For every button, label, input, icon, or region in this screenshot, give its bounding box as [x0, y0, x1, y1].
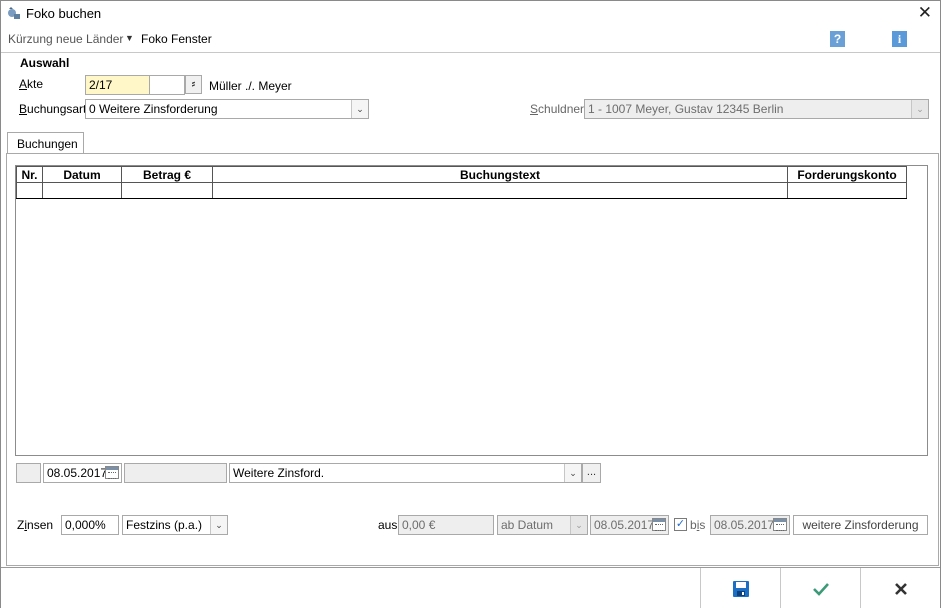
from-date-value: 08.05.2017: [594, 518, 655, 532]
window-title: Foko buchen: [26, 6, 102, 21]
schuldner-label-rest: chuldner: [538, 102, 585, 116]
chevron-down-icon[interactable]: ⌄: [564, 464, 581, 482]
entry-date-value: 08.05.2017: [47, 466, 108, 480]
buchungsart-select[interactable]: 0 Weitere Zinsforderung ⌄: [85, 99, 369, 119]
weitere-zinsforderung-button[interactable]: weitere Zinsforderung: [793, 515, 928, 535]
close-window-button[interactable]: ✕: [918, 4, 932, 22]
cell-forderungskonto[interactable]: [787, 182, 907, 199]
cross-icon: [894, 583, 907, 596]
column-header-betrag[interactable]: Betrag €: [121, 166, 213, 183]
akte-extra-input[interactable]: [149, 75, 185, 95]
cell-nr[interactable]: [16, 182, 43, 199]
cell-buchungstext[interactable]: [212, 182, 788, 199]
column-header-buchungstext[interactable]: Buchungstext: [212, 166, 788, 183]
akte-name: Müller ./. Meyer: [209, 79, 292, 93]
ok-button[interactable]: [780, 568, 860, 608]
entry-text-value: Weitere Zinsford.: [233, 466, 325, 480]
bis-checkbox[interactable]: ✓: [674, 518, 687, 531]
cell-betrag[interactable]: [121, 182, 213, 199]
schuldner-select[interactable]: 1 - 1007 Meyer, Gustav 12345 Berlin ⌄: [584, 99, 929, 119]
buchungsart-value: 0 Weitere Zinsforderung: [89, 102, 218, 116]
ab-datum-select[interactable]: ab Datum ⌄: [497, 515, 588, 535]
calendar-icon[interactable]: [652, 518, 666, 531]
foko-fenster-button[interactable]: Foko Fenster: [141, 32, 212, 46]
checkmark-icon: [812, 583, 829, 597]
entry-text-more-button[interactable]: ...: [582, 463, 601, 483]
buchungen-table: Nr. Datum Betrag € Buchungstext Forderun…: [16, 166, 907, 199]
zinsen-label: Zinsen: [17, 518, 54, 532]
buchungsart-label: Buchungsart: [19, 102, 87, 116]
section-title-auswahl: Auswahl: [20, 56, 70, 70]
chevron-down-icon[interactable]: ⌄: [210, 516, 227, 534]
ab-datum-value: ab Datum: [501, 518, 554, 532]
schuldner-value: 1 - 1007 Meyer, Gustav 12345 Berlin: [588, 102, 784, 116]
dropdown-arrow-icon[interactable]: ▼: [125, 33, 134, 43]
aus-label: aus: [378, 518, 398, 532]
table-header-row: Nr. Datum Betrag € Buchungstext Forderun…: [16, 166, 907, 183]
chevron-down-icon[interactable]: ⌄: [351, 100, 368, 118]
aus-amount-input[interactable]: 0,00 €: [398, 515, 494, 535]
toolbar-divider: [1, 52, 940, 53]
save-button[interactable]: [700, 568, 780, 608]
entry-text-select[interactable]: Weitere Zinsford. ⌄: [229, 463, 582, 483]
column-header-nr[interactable]: Nr.: [16, 166, 43, 183]
buchungen-grid[interactable]: Nr. Datum Betrag € Buchungstext Forderun…: [15, 165, 928, 456]
chevron-down-icon[interactable]: ⌄: [911, 100, 928, 118]
from-date-input[interactable]: 08.05.2017: [590, 515, 669, 535]
buchungen-panel: Nr. Datum Betrag € Buchungstext Forderun…: [6, 153, 939, 566]
dialog-window: Foko buchen ✕ Kürzung neue Länder ▼ Foko…: [0, 0, 941, 608]
cell-datum[interactable]: [42, 182, 122, 199]
info-icon[interactable]: i: [892, 31, 907, 47]
title-bar: Foko buchen ✕: [1, 1, 940, 27]
akte-search-icon[interactable]: ⸗: [185, 75, 202, 94]
app-icon: [8, 7, 20, 19]
save-icon: [732, 581, 749, 598]
tab-buchungen[interactable]: Buchungen: [7, 132, 84, 154]
footer-bar: [1, 568, 940, 608]
entry-date-input[interactable]: 08.05.2017: [43, 463, 122, 483]
akte-label-rest: kte: [27, 77, 44, 91]
zinsen-rate-input[interactable]: 0,000%: [61, 515, 119, 535]
entry-nr-input[interactable]: [16, 463, 41, 483]
column-header-forderungskonto[interactable]: Forderungskonto: [787, 166, 907, 183]
bis-label: bis: [690, 518, 706, 532]
calendar-icon[interactable]: [105, 466, 119, 479]
calendar-icon[interactable]: [773, 518, 787, 531]
to-date-input[interactable]: 08.05.2017: [710, 515, 790, 535]
zinsen-type-select[interactable]: Festzins (p.a.) ⌄: [122, 515, 228, 535]
help-icon[interactable]: ?: [830, 31, 845, 47]
to-date-value: 08.05.2017: [714, 518, 775, 532]
buchungsart-label-rest: uchungsart: [27, 102, 87, 116]
toolbar: Kürzung neue Länder ▼ Foko Fenster ? i: [1, 28, 940, 52]
column-header-datum[interactable]: Datum: [42, 166, 122, 183]
cancel-button[interactable]: [860, 568, 940, 608]
schuldner-label: Schuldner: [530, 102, 585, 116]
entry-betrag-input[interactable]: [124, 463, 227, 483]
chevron-down-icon[interactable]: ⌄: [570, 516, 587, 534]
akte-input[interactable]: 2/17: [85, 75, 150, 95]
zinsen-type-value: Festzins (p.a.): [126, 518, 203, 532]
akte-label: Akte: [19, 77, 44, 91]
kuerzung-neue-laender-button[interactable]: Kürzung neue Länder: [8, 32, 123, 46]
table-row[interactable]: [16, 182, 907, 199]
